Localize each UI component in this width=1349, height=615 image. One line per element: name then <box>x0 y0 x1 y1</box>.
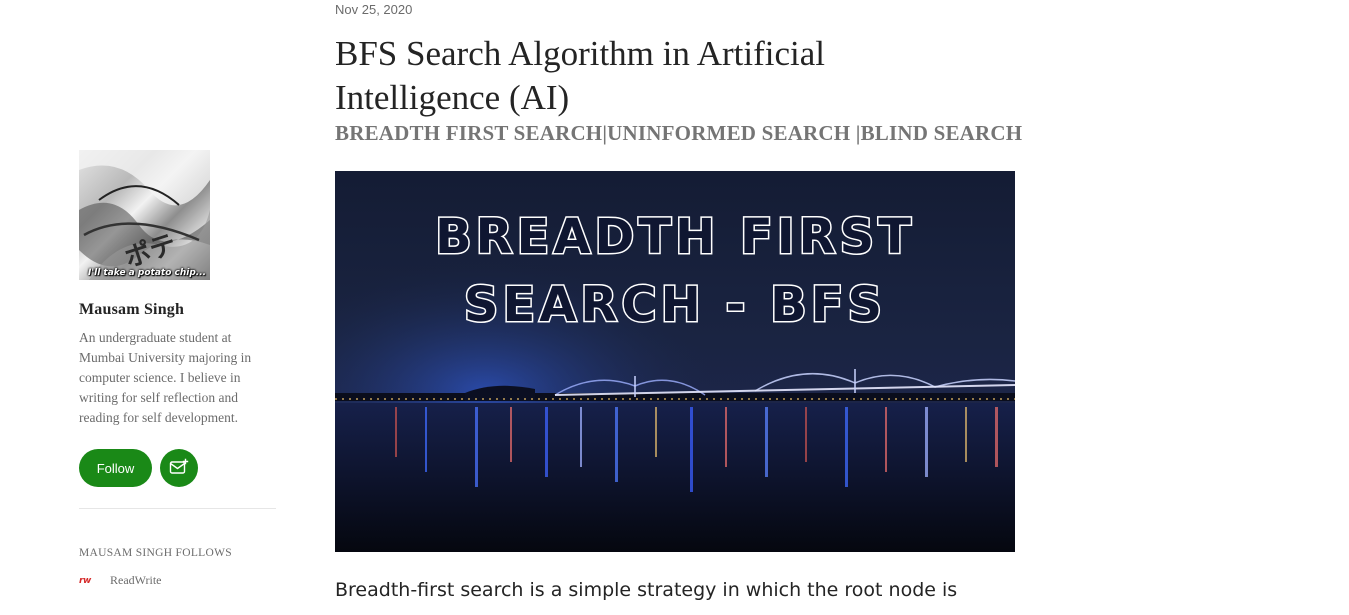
follow-button[interactable]: Follow <box>79 449 152 487</box>
avatar-caption: I'll take a potato chip... <box>88 268 207 278</box>
article-body-first-line: Breadth-first search is a simple strateg… <box>335 579 958 601</box>
avatar-artwork: ポテ <box>79 150 210 280</box>
author-actions: Follow <box>79 449 276 487</box>
publish-date: Nov 25, 2020 <box>335 2 413 17</box>
page: ポテ I'll take a potato chip... Mausam Sin… <box>0 0 1349 615</box>
article-title: BFS Search Algorithm in Artificial Intel… <box>335 34 825 117</box>
follows-item-readwrite[interactable]: rw ReadWrite <box>79 573 276 588</box>
readwrite-logo-icon: rw <box>79 575 91 586</box>
follows-item-label: ReadWrite <box>110 573 162 587</box>
sidebar-divider <box>79 508 276 509</box>
hero-heading-line-2: SEARCH - BFS <box>462 276 887 335</box>
avatar[interactable]: ポテ I'll take a potato chip... <box>79 150 210 280</box>
subscribe-button[interactable] <box>160 449 198 487</box>
mail-plus-icon <box>169 458 189 479</box>
author-name[interactable]: Mausam Singh <box>79 301 276 319</box>
hero-image: BREADTH FIRST SEARCH - BFS <box>335 171 1015 552</box>
follows-heading: MAUSAM SINGH FOLLOWS <box>79 547 232 559</box>
author-bio: An undergraduate student at Mumbai Unive… <box>79 330 252 425</box>
author-sidebar: ポテ I'll take a potato chip... Mausam Sin… <box>79 150 276 588</box>
hero-heading-line-1: BREADTH FIRST <box>434 208 915 267</box>
article-subtitle: BREADTH FIRST SEARCH|UNINFORMED SEARCH |… <box>335 121 1023 145</box>
